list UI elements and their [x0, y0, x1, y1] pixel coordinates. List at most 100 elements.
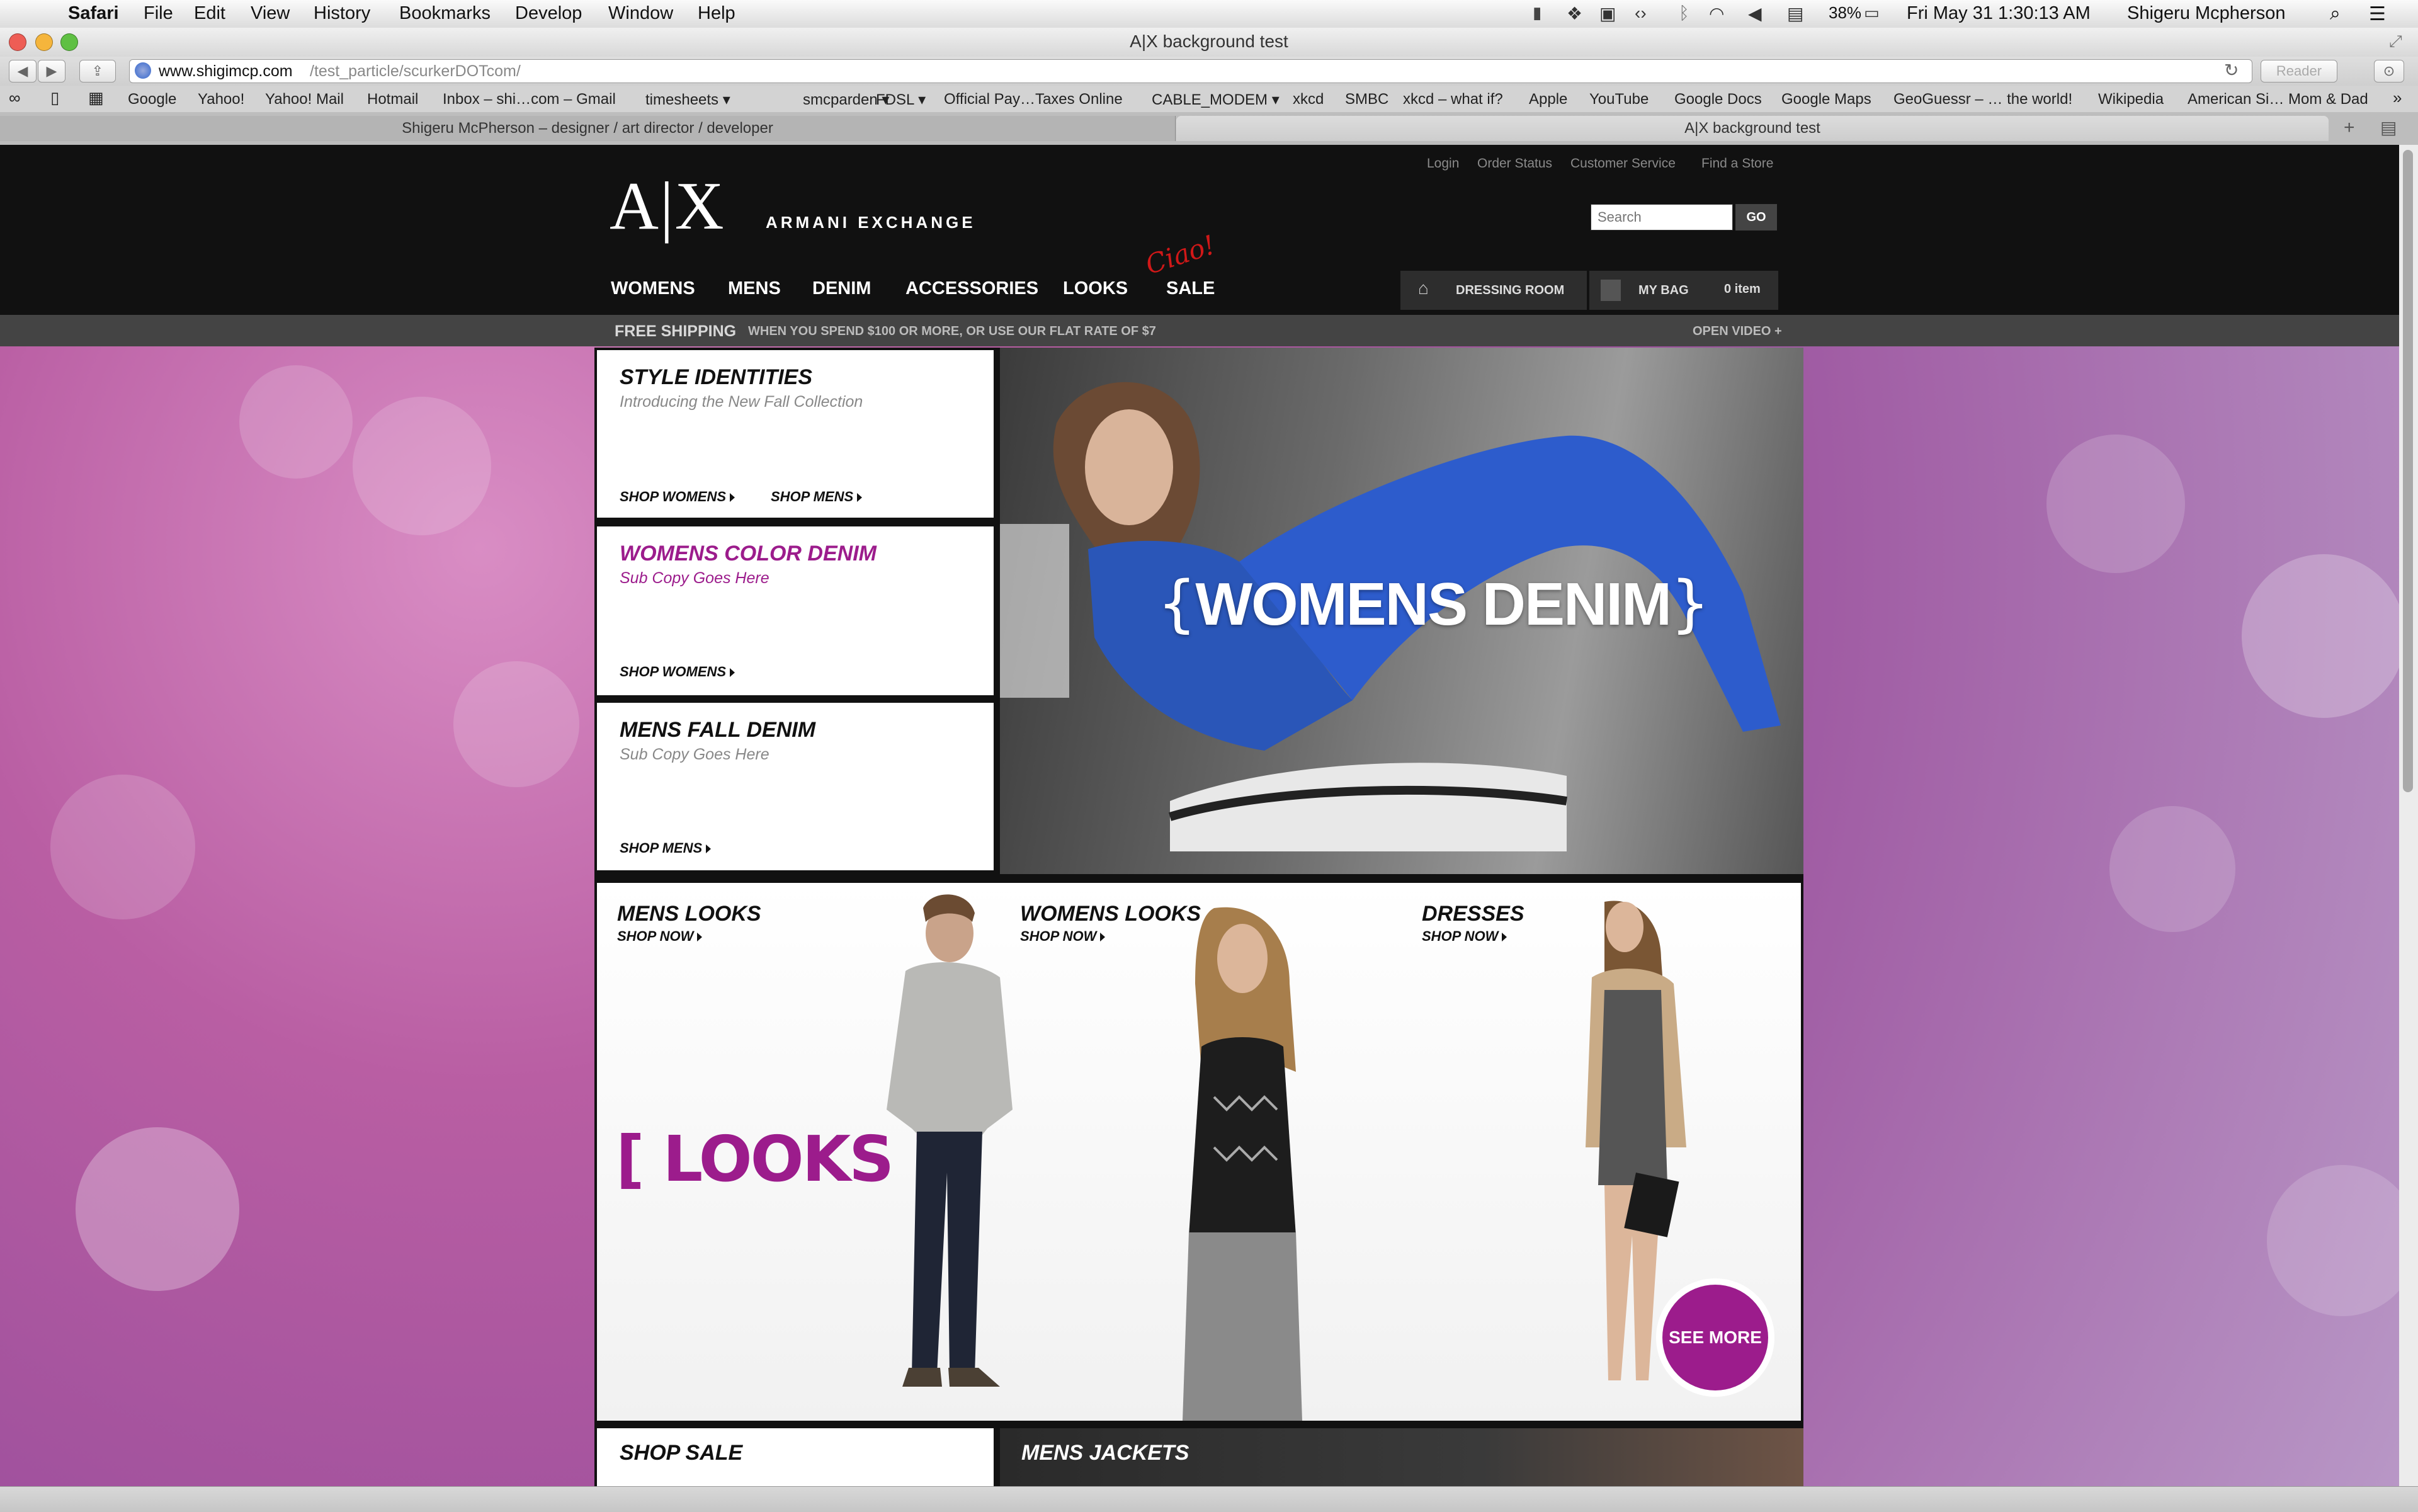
- notification-center-icon[interactable]: ☰: [2369, 3, 2386, 25]
- menu-help[interactable]: Help: [698, 3, 735, 24]
- find-store-link[interactable]: Find a Store: [1701, 156, 1773, 171]
- back-button[interactable]: ◀: [9, 60, 37, 82]
- promo-bold: FREE SHIPPING: [615, 322, 737, 340]
- spotlight-icon[interactable]: ⌕: [2330, 3, 2341, 25]
- bookmark-item[interactable]: Google: [128, 91, 176, 108]
- address-bar[interactable]: www.shigimcp.com /test_particle/scurkerD…: [129, 59, 2252, 83]
- my-bag-button[interactable]: MY BAG 0 item: [1589, 271, 1778, 310]
- window-titlebar: A|X background test ⤢: [0, 28, 2418, 57]
- menu-window[interactable]: Window: [608, 3, 673, 24]
- shop-womens-link[interactable]: SHOP WOMENS: [620, 489, 735, 505]
- bookmark-item[interactable]: xkcd – what if?: [1403, 91, 1503, 108]
- bookmark-item[interactable]: SMBC: [1345, 91, 1388, 108]
- globe-icon: [135, 62, 151, 79]
- search-go-button[interactable]: GO: [1735, 204, 1777, 230]
- nav-mens[interactable]: MENS: [728, 278, 781, 299]
- menu-user[interactable]: Shigeru Mcpherson: [2127, 3, 2285, 24]
- panel-title: MENS JACKETS: [1021, 1441, 1189, 1465]
- bookmark-item[interactable]: GeoGuessr – … the world!: [1893, 91, 2072, 108]
- shop-womens-link[interactable]: SHOP WOMENS: [620, 664, 735, 680]
- tab-portfolio[interactable]: Shigeru McPherson – designer / art direc…: [0, 116, 1176, 141]
- shop-mens-link[interactable]: SHOP MENS: [620, 840, 712, 856]
- nav-sale[interactable]: SALE: [1166, 278, 1215, 299]
- bookmark-item[interactable]: Wikipedia: [2098, 91, 2164, 108]
- display-icon[interactable]: ▣: [1599, 3, 1616, 24]
- code-icon[interactable]: ‹›: [1635, 3, 1647, 23]
- bookmark-item[interactable]: Apple: [1529, 91, 1567, 108]
- womens-denim-hero[interactable]: {WOMENS DENIM}: [1000, 348, 1803, 874]
- flashlight-icon[interactable]: ▮: [1533, 3, 1541, 23]
- window-title: A|X background test: [1130, 31, 1288, 51]
- open-video-link[interactable]: OPEN VIDEO +: [1693, 324, 1782, 339]
- mens-jackets-panel[interactable]: MENS JACKETS: [1000, 1428, 1803, 1486]
- bookmark-item[interactable]: timesheets ▾: [645, 91, 730, 109]
- menu-history[interactable]: History: [314, 3, 370, 24]
- bookmark-item[interactable]: Official Pay…Taxes Online: [944, 91, 1123, 108]
- volume-icon[interactable]: ◀: [1748, 3, 1762, 24]
- downloads-button[interactable]: ⊙: [2374, 60, 2404, 82]
- nav-looks[interactable]: LOOKS: [1063, 278, 1128, 299]
- nav-denim[interactable]: DENIM: [812, 278, 871, 299]
- ax-logo[interactable]: A|X: [610, 168, 725, 246]
- ciao-script: Ciao!: [1142, 229, 1219, 281]
- hero-headline: {WOMENS DENIM}: [1157, 568, 1710, 640]
- womens-color-denim-panel[interactable]: WOMENS COLOR DENIM Sub Copy Goes Here SH…: [597, 526, 994, 695]
- bookmark-item[interactable]: American Si… Mom & Dad: [2188, 91, 2368, 108]
- search-input[interactable]: [1591, 204, 1733, 230]
- bookmark-item[interactable]: CABLE_MODEM ▾: [1152, 91, 1280, 109]
- bookmarks-book-icon[interactable]: ▯: [50, 88, 59, 108]
- forward-button[interactable]: ▶: [38, 60, 65, 82]
- page-scrollbar[interactable]: [2399, 145, 2418, 1486]
- bluetooth-icon[interactable]: ᛒ: [1679, 3, 1689, 23]
- fullscreen-icon[interactable]: ⤢: [2389, 31, 2402, 52]
- tab-label: Shigeru McPherson – designer / art direc…: [402, 120, 773, 137]
- menu-view[interactable]: View: [251, 3, 290, 24]
- panel-subtitle: Sub Copy Goes Here: [620, 569, 769, 587]
- paw-icon[interactable]: ❖: [1567, 3, 1582, 24]
- panel-title: STYLE IDENTITIES: [620, 365, 813, 389]
- bookmark-item[interactable]: Inbox – shi…com – Gmail: [443, 91, 616, 108]
- shop-mens-link[interactable]: SHOP MENS: [771, 489, 863, 505]
- nav-womens[interactable]: WOMENS: [611, 278, 695, 299]
- mens-fall-denim-panel[interactable]: MENS FALL DENIM Sub Copy Goes Here SHOP …: [597, 703, 994, 870]
- scrollbar-thumb[interactable]: [2403, 150, 2413, 792]
- bookmark-item[interactable]: Yahoo! Mail: [265, 91, 344, 108]
- top-sites-icon[interactable]: ▦: [88, 88, 104, 108]
- menu-clock[interactable]: Fri May 31 1:30:13 AM: [1907, 3, 2091, 24]
- tab-overview-icon[interactable]: ▤: [2380, 117, 2397, 138]
- customer-service-link[interactable]: Customer Service: [1570, 156, 1676, 171]
- wifi-icon[interactable]: ◠: [1709, 3, 1724, 24]
- dressing-room-button[interactable]: ⌂ DRESSING ROOM: [1400, 271, 1587, 310]
- menu-file[interactable]: File: [144, 3, 173, 24]
- nav-accessories[interactable]: ACCESSORIES: [905, 278, 1038, 299]
- menu-develop[interactable]: Develop: [515, 3, 582, 24]
- new-tab-icon[interactable]: +: [2344, 117, 2355, 139]
- login-link[interactable]: Login: [1427, 156, 1459, 171]
- bookmark-item[interactable]: YouTube: [1589, 91, 1649, 108]
- bookmarks-overflow-icon[interactable]: »: [2393, 88, 2402, 108]
- see-more-button[interactable]: SEE MORE: [1662, 1285, 1768, 1390]
- reload-icon[interactable]: ↻: [2224, 60, 2239, 81]
- bag-count: 0 item: [1724, 282, 1761, 296]
- battery-icon[interactable]: ▭: [1864, 3, 1880, 23]
- bookmark-item[interactable]: Yahoo!: [198, 91, 244, 108]
- bookmark-item[interactable]: Google Docs: [1674, 91, 1762, 108]
- order-status-link[interactable]: Order Status: [1477, 156, 1552, 171]
- bookmark-item[interactable]: FDSL ▾: [876, 91, 926, 109]
- reading-list-icon[interactable]: ∞: [9, 88, 21, 108]
- reader-button[interactable]: Reader: [2261, 60, 2337, 82]
- menu-app-name[interactable]: Safari: [68, 3, 119, 24]
- calendar-icon[interactable]: ▤: [1787, 3, 1803, 24]
- panel-overlay: [1000, 524, 1069, 698]
- bookmark-item[interactable]: xkcd: [1293, 91, 1324, 108]
- bookmark-item[interactable]: Hotmail: [367, 91, 418, 108]
- share-button[interactable]: ⇪: [79, 60, 116, 82]
- style-identities-panel[interactable]: STYLE IDENTITIES Introducing the New Fal…: [597, 350, 994, 518]
- my-bag-label: MY BAG: [1638, 283, 1689, 297]
- tab-active[interactable]: A|X background test: [1176, 116, 2329, 141]
- menu-edit[interactable]: Edit: [194, 3, 225, 24]
- bookmark-item[interactable]: Google Maps: [1781, 91, 1871, 108]
- battery-percent: 38%: [1829, 3, 1862, 22]
- shop-sale-panel[interactable]: SHOP SALE: [597, 1428, 994, 1486]
- menu-bookmarks[interactable]: Bookmarks: [399, 3, 491, 24]
